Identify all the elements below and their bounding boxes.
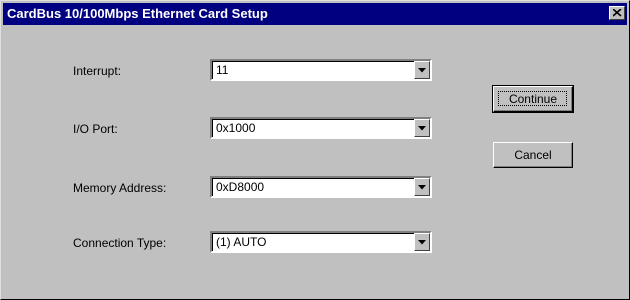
memory-address-label: Memory Address: (73, 181, 167, 195)
connection-type-dropdown-button[interactable] (414, 233, 430, 251)
close-icon (613, 9, 622, 17)
io-port-select[interactable]: 0x1000 (209, 116, 433, 140)
connection-type-select[interactable]: (1) AUTO (209, 230, 433, 254)
memory-address-dropdown-button[interactable] (414, 178, 430, 196)
chevron-down-icon (418, 185, 426, 190)
close-button[interactable] (609, 6, 625, 20)
interrupt-dropdown-button[interactable] (414, 61, 430, 79)
window-title: CardBus 10/100Mbps Ethernet Card Setup (7, 6, 268, 21)
continue-button-label: Continue (508, 92, 558, 106)
cancel-button-label: Cancel (514, 148, 552, 162)
io-port-dropdown-button[interactable] (414, 119, 430, 137)
setup-dialog: CardBus 10/100Mbps Ethernet Card Setup I… (0, 0, 630, 300)
interrupt-value: 11 (216, 63, 229, 77)
title-bar[interactable]: CardBus 10/100Mbps Ethernet Card Setup (3, 3, 627, 25)
memory-address-select[interactable]: 0xD8000 (209, 175, 433, 199)
chevron-down-icon (418, 68, 426, 73)
interrupt-label: Interrupt: (73, 64, 122, 78)
connection-type-value: (1) AUTO (216, 235, 267, 249)
io-port-label: I/O Port: (73, 122, 118, 136)
chevron-down-icon (418, 240, 426, 245)
connection-type-label: Connection Type: (73, 236, 167, 250)
interrupt-select[interactable]: 11 (209, 58, 433, 82)
chevron-down-icon (418, 126, 426, 131)
continue-button[interactable]: Continue (492, 85, 574, 113)
cancel-button[interactable]: Cancel (493, 142, 573, 168)
memory-address-value: 0xD8000 (216, 180, 265, 194)
io-port-value: 0x1000 (216, 121, 256, 135)
